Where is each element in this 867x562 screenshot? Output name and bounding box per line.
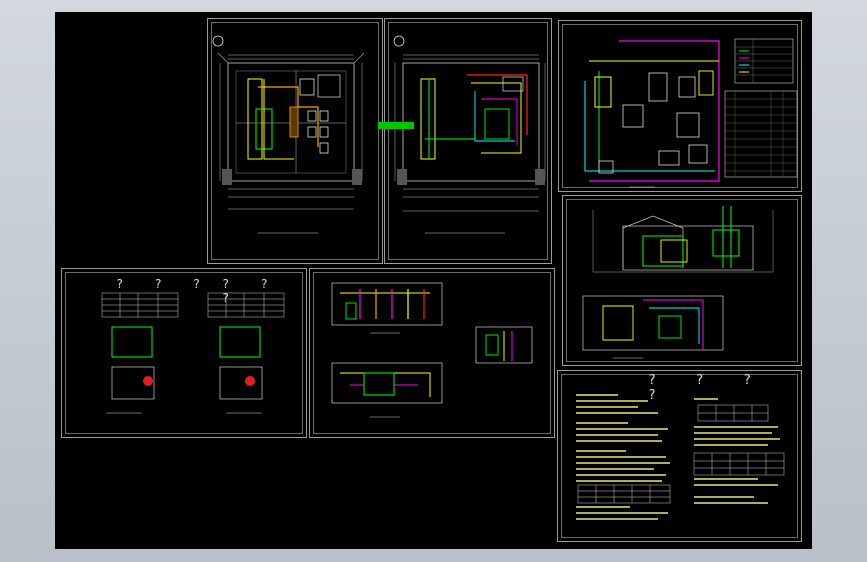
sheet-equipment-foundations[interactable]: ? ? ? ? ? ? [61, 268, 307, 438]
system-diagram-drawing [584, 38, 798, 188]
pipe-elevations-drawing [331, 282, 533, 418]
sheet-system-diagram[interactable] [558, 20, 802, 192]
design-notes-text-block [576, 394, 785, 520]
sheet-pipe-elevations[interactable] [309, 268, 555, 438]
sheet-sections[interactable] [562, 195, 802, 366]
equipment-foundation-drawing [101, 292, 285, 414]
sections-drawing [582, 206, 774, 359]
cad-drawing-canvas[interactable]: ? ? ? ? ? ? ? ? ? ? [55, 12, 812, 549]
sheet-design-notes[interactable]: ? ? ? ? [557, 370, 802, 542]
